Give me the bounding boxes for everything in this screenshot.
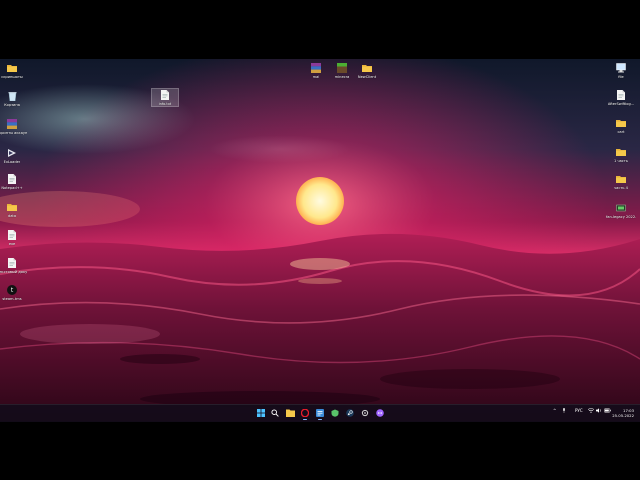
- vpn-icon[interactable]: [330, 408, 340, 418]
- minecraft-icon: [336, 62, 348, 74]
- desktop-icon-label: fan-legacy 2022.07.1...: [606, 215, 636, 219]
- desktop-icon-label: 1 часть: [614, 159, 628, 163]
- file-explorer-icon[interactable]: [285, 408, 295, 418]
- desktop-icon[interactable]: exe: [0, 229, 25, 246]
- winrar-icon: [6, 118, 18, 130]
- desktop-icon-label: mai: [312, 75, 320, 79]
- document-icon: [159, 89, 171, 101]
- desktop-icon[interactable]: скриншоты: [0, 62, 25, 79]
- recycle-bin-icon: [6, 90, 18, 102]
- search-icon[interactable]: [270, 408, 280, 418]
- editor-icon[interactable]: [315, 408, 325, 420]
- discord-icon[interactable]: [375, 408, 385, 418]
- desktop-icon-label: data: [7, 214, 17, 218]
- desktop-icon[interactable]: Notepad++: [0, 173, 25, 190]
- document-icon: [6, 173, 18, 185]
- desktop-icon[interactable]: cart: [608, 117, 634, 134]
- desktop-icon-label: NewClient: [357, 75, 377, 79]
- wifi-icon[interactable]: [587, 408, 595, 414]
- desktop-icon[interactable]: NewClient: [354, 62, 380, 79]
- desktop-icon[interactable]: file: [608, 62, 634, 79]
- folder-icon: [6, 62, 18, 74]
- taskbar: ^ РУС 17:03 25.05.2022: [0, 404, 640, 422]
- desktop-icon-label: Корзина: [4, 103, 20, 107]
- pc-icon: [615, 62, 627, 74]
- desktop-icon[interactable]: 1 часть: [608, 146, 634, 163]
- microphone-icon[interactable]: [562, 408, 566, 414]
- desktop-icon-label: Notepad++: [1, 186, 23, 190]
- desktop-icon-label: steam-tms: [2, 297, 22, 301]
- desktop-icon[interactable]: часть 4: [608, 173, 634, 190]
- desktop-icon-label: minecra: [334, 75, 350, 79]
- desktop-icon-label: Текстовый документ: [0, 270, 27, 274]
- desktop-icon-label: скриншоты: [1, 75, 23, 79]
- desktop-icon[interactable]: minecra: [329, 62, 355, 79]
- desktop-icon-label: cart: [617, 130, 625, 134]
- desktop-screen: скриншоты Корзина скрипты аккаунтов ExLoade…: [0, 59, 640, 421]
- tray-overflow-chevron[interactable]: ^: [553, 408, 556, 413]
- battery-icon[interactable]: [604, 408, 611, 414]
- folder-icon: [615, 173, 627, 185]
- desktop-icon-label: ExLoader: [3, 160, 21, 164]
- desktop-icon[interactable]: скрипты аккаунтов: [0, 118, 27, 135]
- desktop-icon[interactable]: AfterSwiftlog...: [608, 89, 634, 106]
- desktop-icon-label: скрипты аккаунтов: [0, 131, 27, 135]
- start-button[interactable]: [256, 408, 266, 418]
- folder-icon: [615, 146, 627, 158]
- app-icon: t: [6, 284, 18, 296]
- desktop-icon[interactable]: fan-legacy 2022.07.1...: [606, 202, 636, 219]
- language-indicator[interactable]: РУС: [575, 408, 583, 413]
- volume-icon[interactable]: [596, 408, 602, 414]
- opera-icon[interactable]: [300, 408, 310, 420]
- installer-icon: [615, 202, 627, 214]
- desktop-icon-label: file: [618, 75, 624, 79]
- document-icon: [6, 257, 18, 269]
- document-icon: [615, 89, 627, 101]
- clock[interactable]: 17:03 25.05.2022: [612, 408, 634, 418]
- desktop-icon-label: часть 4: [614, 186, 628, 190]
- clock-date: 25.05.2022: [612, 413, 634, 418]
- desktop-icon[interactable]: Текстовый документ: [0, 257, 27, 274]
- desktop-icon-info-txt[interactable]: info.txt: [151, 87, 179, 108]
- desktop-icon[interactable]: data: [0, 201, 25, 218]
- winrar-icon: [310, 62, 322, 74]
- settings-icon[interactable]: [360, 408, 370, 418]
- desktop-icon[interactable]: ExLoader: [0, 147, 25, 164]
- desktop-icon[interactable]: Корзина: [0, 90, 25, 107]
- exloader-icon: [6, 147, 18, 159]
- desktop-icon-label: exe: [8, 242, 16, 246]
- folder-icon: [361, 62, 373, 74]
- folder-icon: [6, 201, 18, 213]
- steam-icon[interactable]: [345, 408, 355, 418]
- document-icon: [6, 229, 18, 241]
- desktop-icon-label: AfterSwiftlog...: [607, 102, 635, 106]
- desktop-icon[interactable]: t steam-tms: [0, 284, 25, 301]
- desktop-icon-label: info.txt: [158, 102, 172, 106]
- desktop-icon[interactable]: mai: [303, 62, 329, 79]
- folder-icon: [615, 117, 627, 129]
- sunset-ocean-wallpaper: [0, 59, 640, 421]
